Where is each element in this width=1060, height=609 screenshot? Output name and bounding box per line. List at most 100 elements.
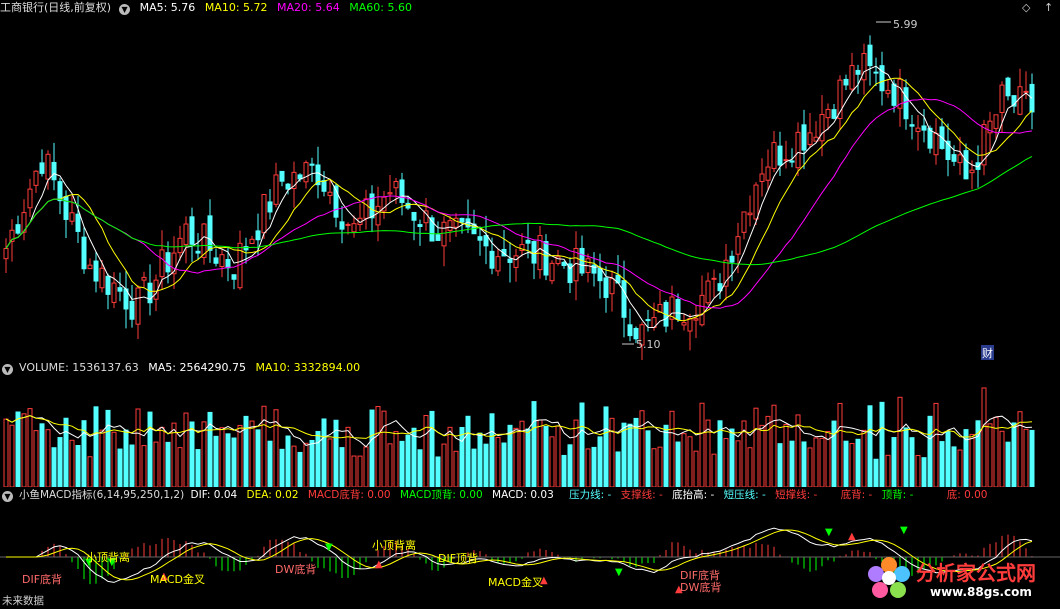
candle-body xyxy=(675,299,681,320)
dropdown-icon[interactable]: ▼ xyxy=(2,491,13,502)
candle-body xyxy=(843,78,849,86)
candle-body xyxy=(873,71,879,74)
volume-bar xyxy=(537,419,543,487)
volume-bar xyxy=(117,448,123,487)
candle-body xyxy=(603,277,609,298)
candle-body xyxy=(507,258,513,263)
volume-bar xyxy=(723,438,729,487)
candle-body xyxy=(711,277,717,280)
candle-body xyxy=(285,183,291,190)
candlestick-chart[interactable] xyxy=(0,0,1060,360)
dropdown-icon[interactable]: ▼ xyxy=(2,364,13,375)
collapse-icon[interactable]: ↑ xyxy=(1044,1,1053,14)
volume-bar xyxy=(729,428,735,487)
watermark: 分析家公式网 www.88gs.com xyxy=(866,549,1060,609)
volume-bar xyxy=(225,433,231,487)
volume-bar xyxy=(27,408,33,487)
volume-bar xyxy=(465,415,471,487)
volume-bar xyxy=(357,455,363,487)
volume-bar xyxy=(699,402,705,487)
volume-bar xyxy=(471,448,477,487)
volume-bar xyxy=(573,419,579,487)
bottom-value: 底: 0.00 xyxy=(946,489,988,501)
volume-bar xyxy=(69,439,75,487)
volume-bar xyxy=(93,406,99,487)
short-pressure-line: 短压线: - xyxy=(723,489,766,501)
signal-label: MACD金叉 xyxy=(150,573,205,586)
volume-bar xyxy=(645,430,651,487)
candle-body xyxy=(801,124,807,151)
candle-body xyxy=(489,250,495,269)
volume-bar xyxy=(591,446,597,487)
candle-body xyxy=(363,198,369,219)
volume-bar xyxy=(129,444,135,487)
volume-bar xyxy=(3,418,9,487)
pressure-line: 压力线: - xyxy=(569,489,612,501)
candle-body xyxy=(321,180,327,192)
candle-body xyxy=(1023,90,1029,93)
candle-body xyxy=(447,220,453,231)
candle-body xyxy=(477,236,483,241)
volume-bar xyxy=(249,420,255,487)
short-support-line: 短撑线: - xyxy=(775,489,818,501)
volume-bar xyxy=(495,437,501,487)
candle-body xyxy=(3,247,9,260)
candle-body xyxy=(99,267,105,289)
candle-body xyxy=(957,154,963,164)
candle-body xyxy=(825,108,831,119)
candle-body xyxy=(351,223,357,233)
candle-body xyxy=(849,65,855,90)
candle-body xyxy=(105,275,111,295)
candle-body xyxy=(441,221,447,247)
volume-bar xyxy=(579,402,585,487)
signal-arrow-icon: ▲ xyxy=(375,559,383,570)
candle-body xyxy=(399,179,405,203)
future-data-label: 未来数据 xyxy=(2,595,44,607)
volume-bar xyxy=(267,440,273,487)
volume-bar xyxy=(363,446,369,487)
volume-chart-panel[interactable]: ▼ VOLUME: 1536137.63 MA5: 2564290.75 MA10… xyxy=(0,360,1060,487)
candle-body xyxy=(57,181,63,202)
bottom-rise: 底抬高: - xyxy=(672,489,715,501)
volume-bar xyxy=(375,406,381,487)
candle-body xyxy=(747,212,753,216)
volume-bar xyxy=(909,437,915,487)
volume-bar xyxy=(417,449,423,487)
volume-bar xyxy=(783,423,789,487)
volume-bar xyxy=(789,440,795,487)
dropdown-icon[interactable]: ▼ xyxy=(119,4,131,15)
volume-bar xyxy=(561,454,567,487)
volume-bar xyxy=(633,417,639,487)
volume-bar xyxy=(351,455,357,487)
macd-indicator-panel[interactable]: ▼ ▼ ▲ ▼ ▲ ▲ ▼ ▲ ▼ ▲ ▼ ▼ 小鱼MACD指标(6,14,95,250,1,2) D… xyxy=(0,487,1060,609)
candle-body xyxy=(783,159,789,162)
candle-body xyxy=(807,132,813,145)
volume-bar xyxy=(921,457,927,487)
volume-bar xyxy=(21,413,27,487)
volume-bar xyxy=(243,415,249,487)
candle-body xyxy=(705,280,711,304)
volume-bar xyxy=(891,437,897,487)
candle-body xyxy=(39,162,45,174)
volume-bar xyxy=(657,446,663,487)
candle-body xyxy=(951,154,957,162)
candle-body xyxy=(225,259,231,269)
watermark-url: www.88gs.com xyxy=(930,585,1032,599)
candle-body xyxy=(759,173,765,182)
volume-bar xyxy=(111,431,117,487)
macd-bottom-divergence: MACD底背: 0.00 xyxy=(307,489,391,501)
volume-bar xyxy=(1023,428,1029,487)
volume-bar xyxy=(1029,429,1035,487)
diamond-icon[interactable]: ◇ xyxy=(1022,1,1030,14)
candle-body xyxy=(867,44,873,67)
candle-body xyxy=(255,230,261,241)
volume-bar xyxy=(945,430,951,487)
candle-body xyxy=(435,234,441,241)
volume-bar xyxy=(951,446,957,487)
candle-body xyxy=(309,163,315,166)
volume-bar xyxy=(441,443,447,487)
finance-mark[interactable]: 财 xyxy=(981,345,994,361)
price-chart-panel[interactable]: 工商银行(日线,前复权) ▼ MA5: 5.76 MA10: 5.72 MA20:… xyxy=(0,0,1060,361)
candle-body xyxy=(393,180,399,189)
volume-bar xyxy=(51,447,57,487)
